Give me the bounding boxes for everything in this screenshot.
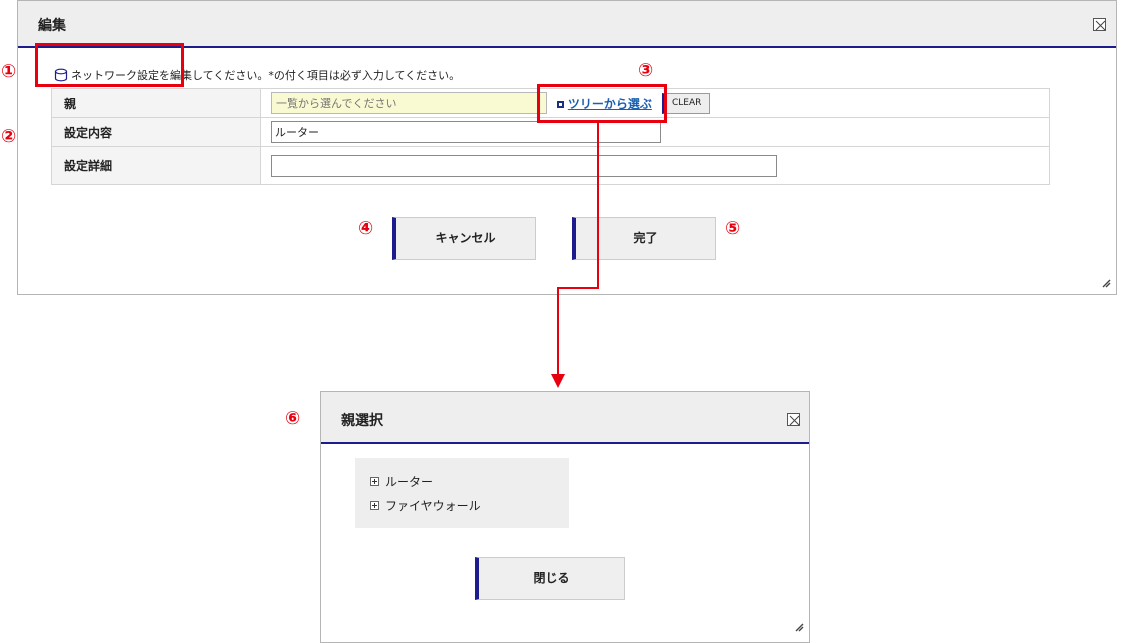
parent-select-close-icon[interactable]: [787, 413, 800, 426]
annotation-marker-4: ④: [358, 218, 374, 239]
annotation-arrow: [551, 123, 599, 388]
resize-grip-icon[interactable]: [794, 622, 804, 632]
tree-node-router[interactable]: ルーター: [370, 469, 569, 493]
expand-plus-icon[interactable]: [370, 500, 379, 510]
parent-select-dialog: 親選択 ルーター ファイヤウォール 閉じる: [320, 391, 810, 643]
detail-cell: [260, 146, 1050, 185]
tree-node-label: ルーター: [385, 474, 434, 489]
annotation-box-1: [35, 43, 184, 87]
parent-select-header: 親選択: [321, 392, 809, 444]
edit-dialog-close-icon[interactable]: [1093, 18, 1106, 31]
annotation-marker-2: ②: [1, 126, 17, 147]
parent-select-title: 親選択: [341, 413, 383, 429]
parent-input[interactable]: [271, 92, 547, 114]
edit-dialog-title: 編集: [38, 18, 66, 34]
close-button[interactable]: 閉じる: [475, 557, 625, 600]
cancel-button[interactable]: キャンセル: [392, 217, 536, 260]
expand-plus-icon[interactable]: [370, 476, 379, 486]
detail-input[interactable]: [271, 154, 777, 177]
annotation-marker-5: ⑤: [725, 218, 741, 239]
annotation-marker-6: ⑥: [285, 408, 301, 429]
tree-node-label: ファイヤウォール: [385, 498, 481, 513]
detail-label: 設定詳細: [51, 146, 261, 185]
tree-panel: ルーター ファイヤウォール: [355, 458, 569, 528]
annotation-marker-3: ③: [638, 60, 654, 81]
parent-label: 親: [51, 88, 261, 118]
edit-dialog-header: 編集: [18, 1, 1116, 48]
tree-node-firewall[interactable]: ファイヤウォール: [370, 493, 569, 517]
annotation-box-3: [537, 84, 667, 123]
annotation-marker-1: ①: [1, 61, 17, 82]
setting-label: 設定内容: [51, 117, 261, 147]
clear-button[interactable]: CLEAR: [661, 92, 710, 114]
resize-grip-icon[interactable]: [1101, 278, 1111, 288]
